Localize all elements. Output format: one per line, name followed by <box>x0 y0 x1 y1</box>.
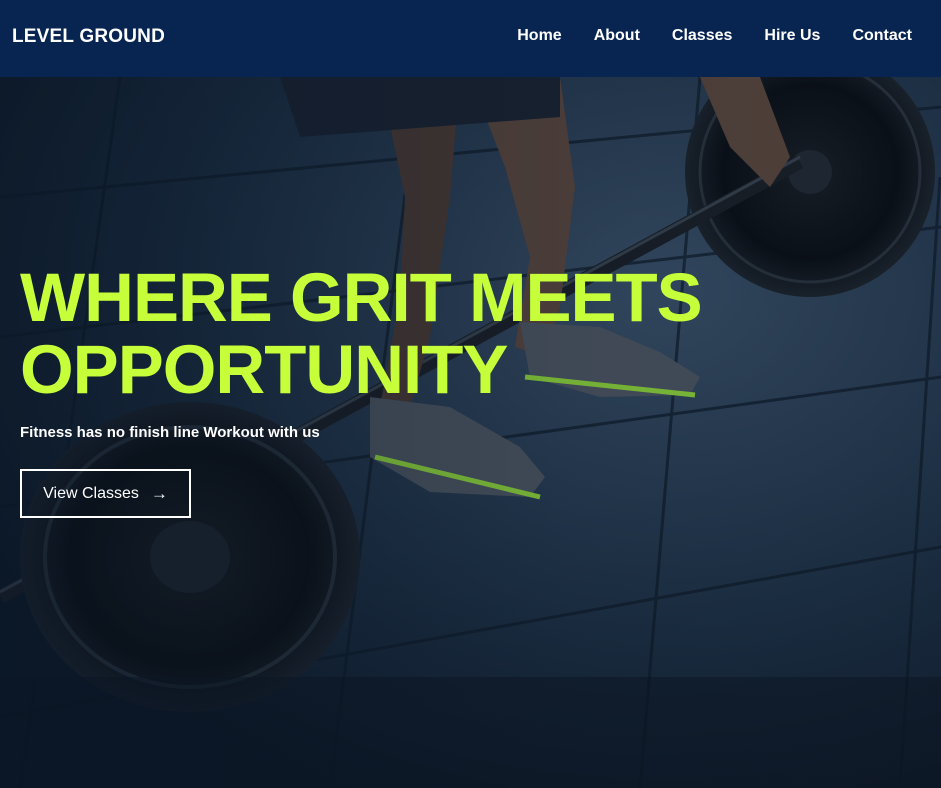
nav-link-home[interactable]: Home <box>517 27 561 45</box>
navbar: LEVEL GROUND Home About Classes Hire Us … <box>0 0 941 77</box>
nav-link-about[interactable]: About <box>594 27 640 45</box>
site-logo[interactable]: LEVEL GROUND <box>12 26 165 48</box>
nav-link-classes[interactable]: Classes <box>672 27 733 45</box>
page: LEVEL GROUND Home About Classes Hire Us … <box>0 0 941 788</box>
hero-section: WHERE GRIT MEETS OPPORTUNITY Fitness has… <box>0 77 941 788</box>
hero-title-line-1: WHERE GRIT MEETS <box>20 259 703 336</box>
hero-title-line-2: OPPORTUNITY <box>20 331 508 408</box>
nav-link-hire-us[interactable]: Hire Us <box>764 27 820 45</box>
arrow-right-icon: → <box>150 484 168 503</box>
hero-subtitle: Fitness has no finish line Workout with … <box>20 424 320 441</box>
nav-link-contact[interactable]: Contact <box>852 27 912 45</box>
view-classes-label: View Classes <box>43 484 139 502</box>
hero-title: WHERE GRIT MEETS OPPORTUNITY <box>20 262 780 406</box>
view-classes-button[interactable]: View Classes → <box>20 469 191 518</box>
main-nav: Home About Classes Hire Us Contact <box>517 27 912 45</box>
